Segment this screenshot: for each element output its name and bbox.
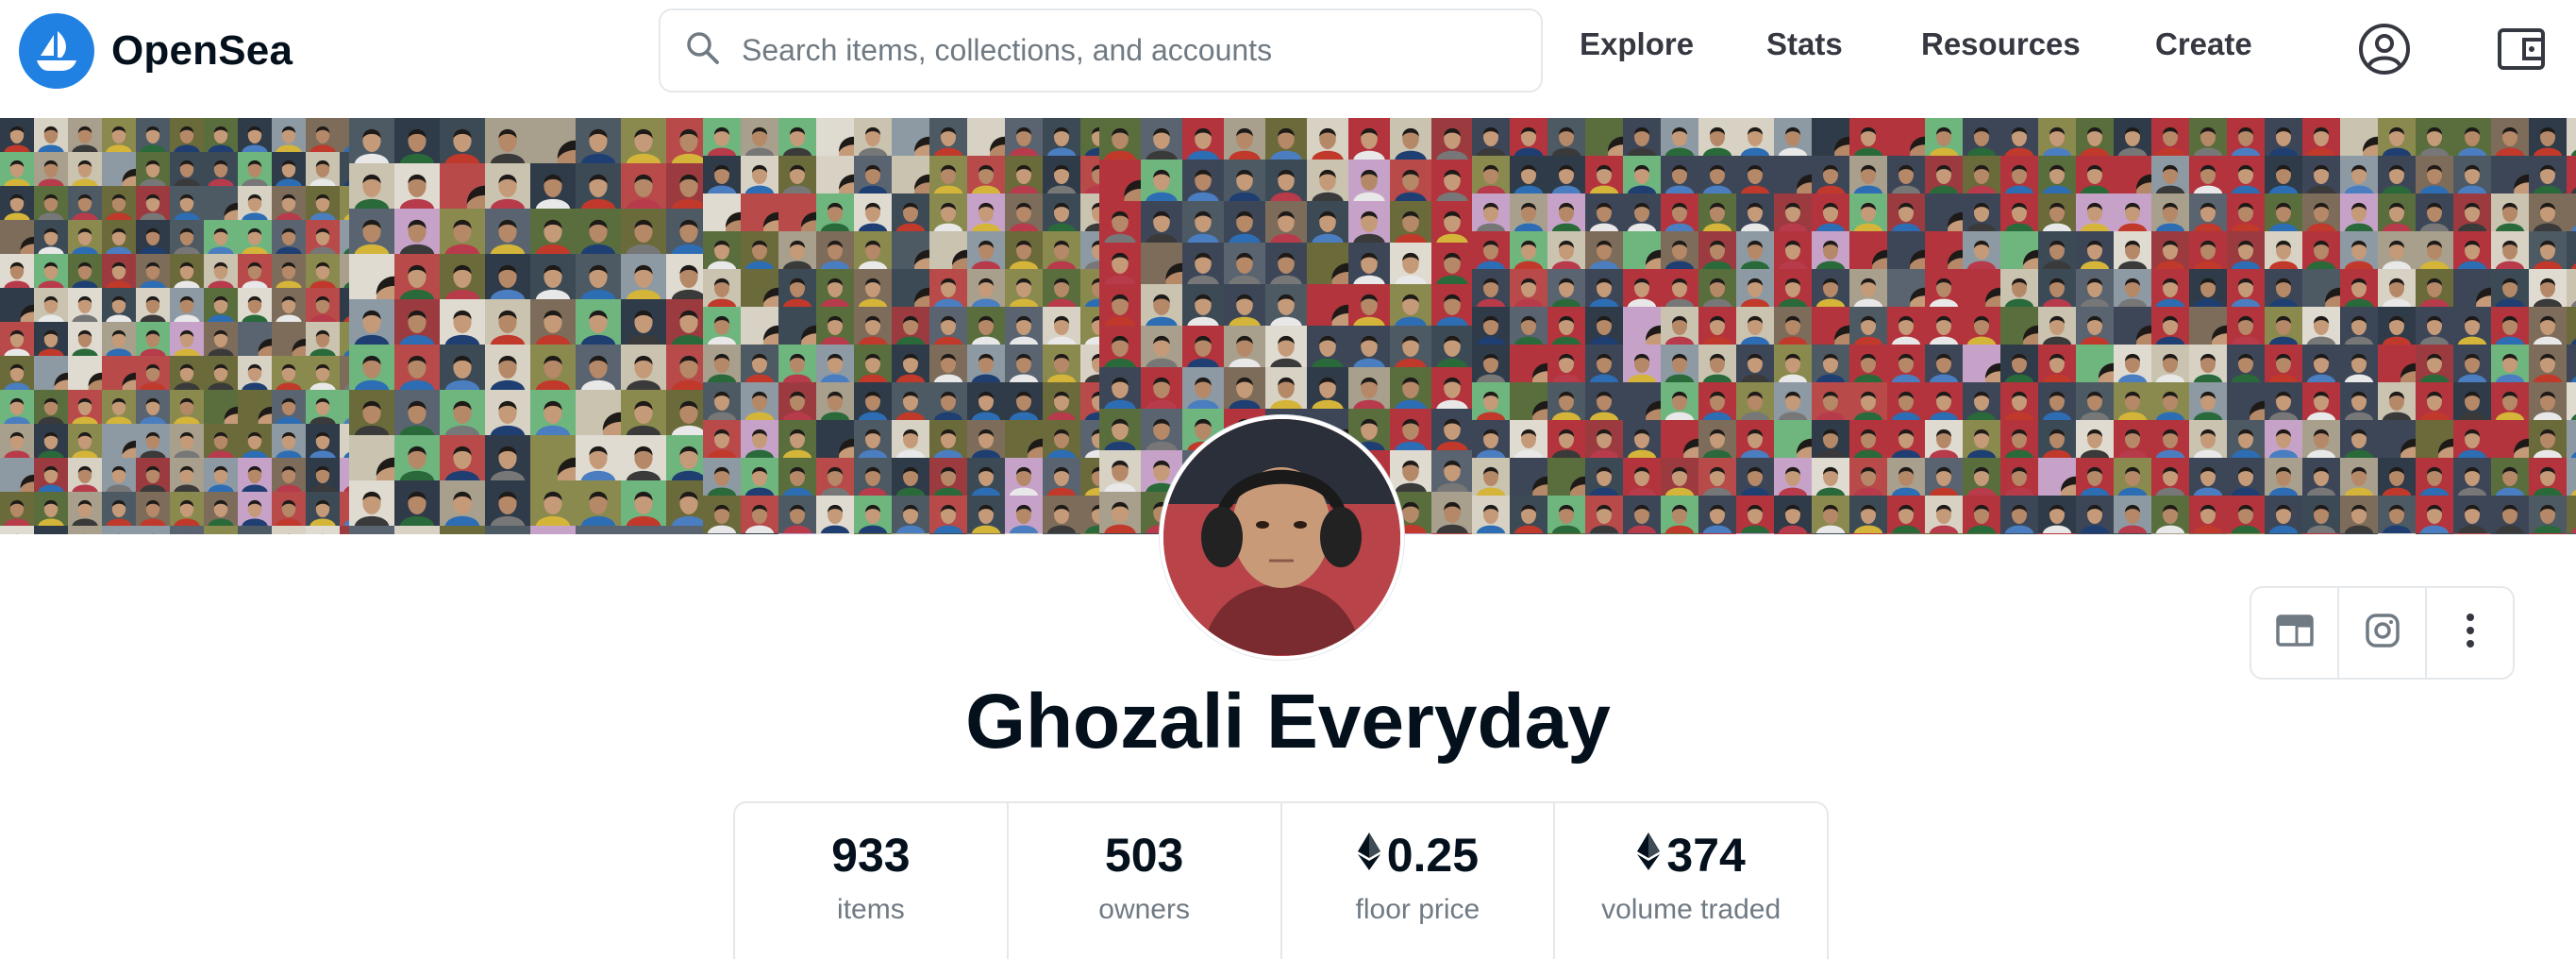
stat-items[interactable]: 933 items xyxy=(735,803,1009,959)
stat-floor-price[interactable]: 0.25 floor price xyxy=(1282,803,1556,959)
more-options-icon xyxy=(2465,612,2476,654)
social-links-group xyxy=(2250,586,2515,680)
stat-value: 0.25 xyxy=(1357,828,1479,883)
brand-name[interactable]: OpenSea xyxy=(111,27,293,75)
nav-create[interactable]: Create xyxy=(2155,26,2252,62)
stat-owners[interactable]: 503 owners xyxy=(1009,803,1282,959)
nav-stats[interactable]: Stats xyxy=(1766,26,1843,62)
stat-floor-price-label: floor price xyxy=(1355,894,1480,925)
collection-title: Ghozali Everyday xyxy=(965,679,1611,765)
stat-owners-value: 503 xyxy=(1104,829,1184,882)
account-icon[interactable] xyxy=(2356,21,2413,77)
stat-volume-traded-value: 374 xyxy=(1666,829,1746,882)
collection-stats: 933 items 503 owners 0.25 floor price 37… xyxy=(733,801,1829,959)
search-bar[interactable] xyxy=(659,8,1543,93)
eth-icon xyxy=(1357,828,1381,883)
stat-items-label: items xyxy=(837,894,905,925)
stat-value: 374 xyxy=(1636,828,1746,883)
nav-resources[interactable]: Resources xyxy=(1921,26,2081,62)
eth-icon xyxy=(1636,828,1661,883)
stat-volume-traded-label: volume traded xyxy=(1601,894,1781,925)
stat-items-value: 933 xyxy=(831,829,911,882)
stat-value: 503 xyxy=(1105,828,1183,883)
website-button[interactable] xyxy=(2251,588,2339,678)
instagram-icon xyxy=(2365,613,2400,653)
stat-floor-price-value: 0.25 xyxy=(1386,829,1480,882)
website-icon xyxy=(2275,614,2315,652)
stat-owners-label: owners xyxy=(1098,894,1190,925)
top-navbar: OpenSea Explore Stats Resources Create xyxy=(0,0,2576,118)
search-icon xyxy=(685,30,721,71)
more-options-button[interactable] xyxy=(2427,588,2513,678)
stat-volume-traded[interactable]: 374 volume traded xyxy=(1555,803,1827,959)
opensea-logo-icon[interactable] xyxy=(19,13,94,89)
opensea-logo[interactable]: OpenSea xyxy=(19,13,293,89)
nav-explore[interactable]: Explore xyxy=(1580,26,1694,62)
stat-value: 933 xyxy=(831,828,910,883)
instagram-button[interactable] xyxy=(2339,588,2427,678)
collection-avatar xyxy=(1160,415,1404,660)
wallet-icon[interactable] xyxy=(2494,21,2551,77)
search-input[interactable] xyxy=(742,33,1515,68)
